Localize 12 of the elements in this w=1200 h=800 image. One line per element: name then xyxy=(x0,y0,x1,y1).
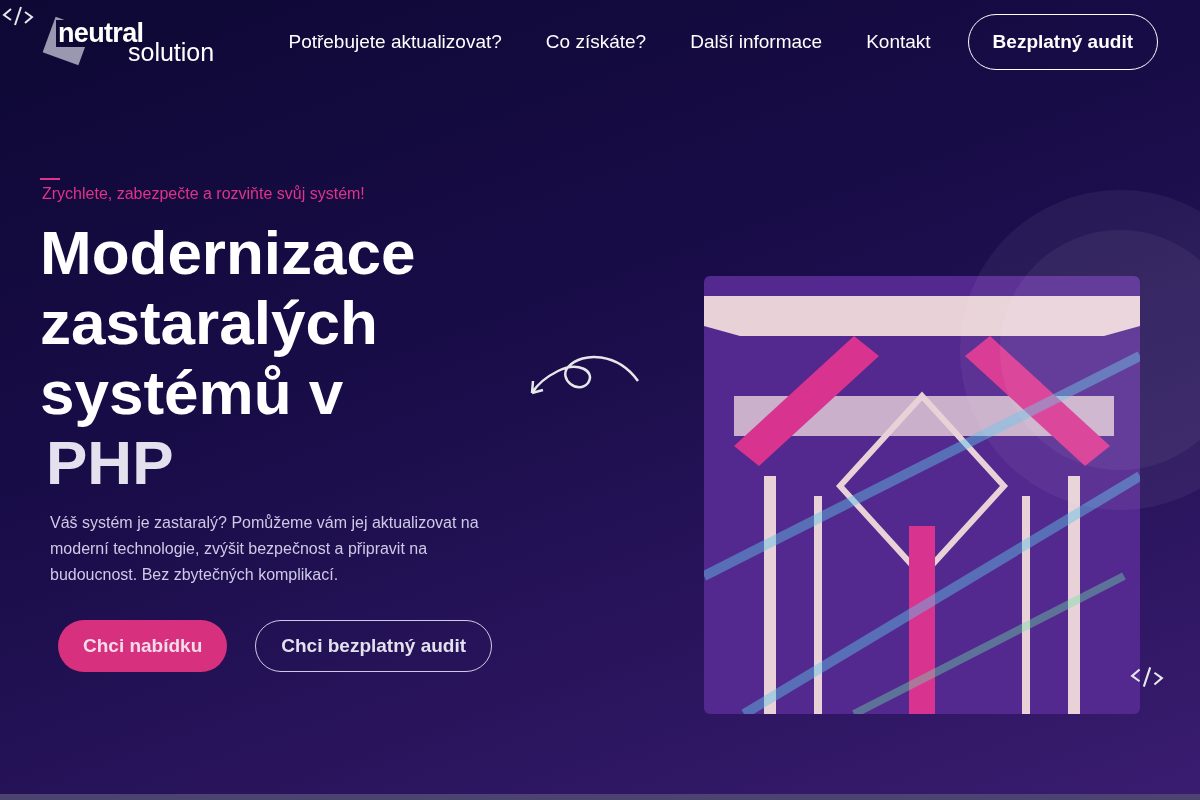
hero-description: Váš systém je zastaralý? Pomůžeme vám jej aktualizovat na moderní technologie, zvýšit bezpečnost a připravit na budoucnost. Bez zbytečných komplikací. xyxy=(50,513,480,585)
code-icon xyxy=(2,5,34,27)
nav-link[interactable]: Kontakt xyxy=(866,27,931,57)
nav-link[interactable]: Co získáte? xyxy=(545,27,647,57)
offer-button[interactable]: Chci nabídku xyxy=(58,620,228,672)
nav-link[interactable]: Další informace xyxy=(690,27,823,57)
hero-heading: Modernizace zastaralých systémů v PHP xyxy=(40,218,417,498)
logo[interactable]: neutral solution xyxy=(42,16,237,68)
nav-link[interactable]: Potřebujete aktualizovat? xyxy=(288,27,502,57)
code-icon xyxy=(1130,665,1164,689)
eyebrow-text: Zrychlete, zabezpečte a rozviňte svůj systém! xyxy=(42,184,366,204)
curly-arrow-icon xyxy=(528,353,640,397)
